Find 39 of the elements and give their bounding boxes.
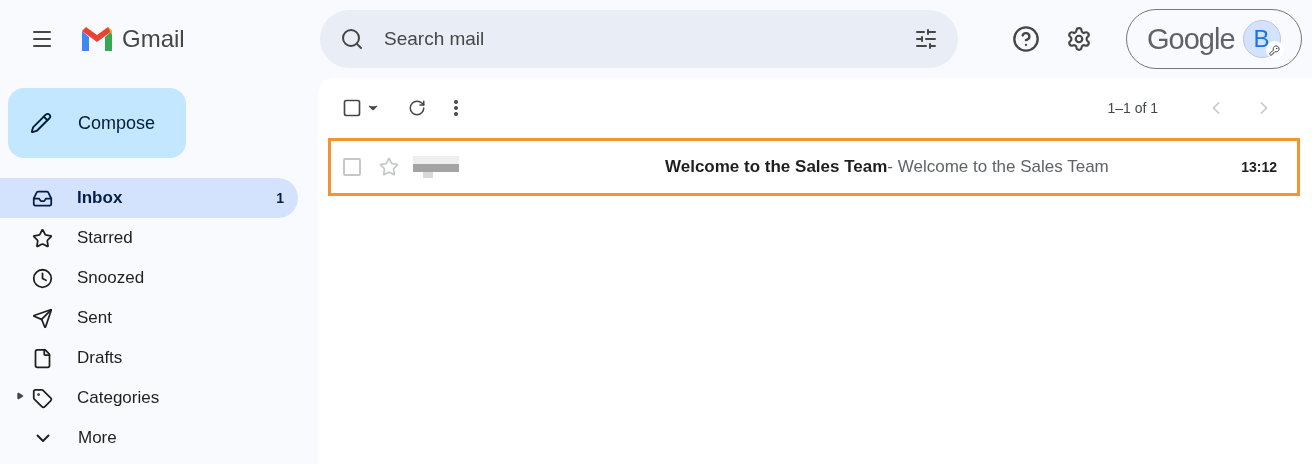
email-time: 13:12	[1241, 159, 1277, 175]
help-button[interactable]	[1012, 25, 1040, 53]
unread-count: 1	[276, 190, 284, 206]
sidebar-item[interactable]: More	[0, 418, 298, 458]
sidebar-item[interactable]: Categories	[0, 378, 298, 418]
more-vertical-icon	[454, 100, 458, 116]
email-row[interactable]: Welcome to the Sales Team- Welcome to the Sales Team 13:12	[328, 138, 1300, 196]
more-icon	[36, 434, 50, 442]
more-options-button[interactable]	[454, 100, 458, 116]
star-icon[interactable]	[379, 157, 399, 177]
blurred-sender	[413, 156, 459, 178]
compose-button[interactable]: Compose	[8, 88, 186, 158]
app-name: Gmail	[122, 25, 185, 53]
starred-icon	[32, 227, 53, 249]
pencil-icon	[30, 112, 52, 134]
snoozed-icon	[32, 267, 53, 289]
search-field[interactable]: Search mail	[382, 27, 896, 51]
select-all-button[interactable]	[342, 98, 380, 118]
sidebar-item[interactable]: Snoozed	[0, 258, 298, 298]
expand-caret-icon[interactable]	[16, 392, 24, 400]
sidebar-item[interactable]: Sent	[0, 298, 298, 338]
refresh-icon	[408, 99, 426, 117]
sent-icon	[32, 307, 53, 329]
search-icon[interactable]	[340, 27, 364, 51]
brand-name: Google	[1147, 22, 1235, 56]
email-subject: Welcome to the Sales Team	[665, 157, 888, 177]
search-bar[interactable]: Search mail	[320, 10, 958, 68]
sidebar-item[interactable]: Inbox 1	[0, 178, 298, 218]
settings-button[interactable]	[1066, 26, 1092, 52]
gmail-logo-icon	[80, 25, 114, 53]
filter-options-icon[interactable]	[914, 27, 938, 51]
drafts-icon	[32, 347, 53, 369]
refresh-button[interactable]	[408, 99, 426, 117]
sidebar-item[interactable]: Drafts	[0, 338, 298, 378]
sidebar-item[interactable]: Starred	[0, 218, 298, 258]
row-checkbox[interactable]	[343, 158, 361, 176]
email-snippet: - Welcome to the Sales Team	[887, 157, 1109, 177]
categories-icon	[32, 387, 53, 409]
pagination-text: 1–1 of 1	[1107, 100, 1158, 116]
